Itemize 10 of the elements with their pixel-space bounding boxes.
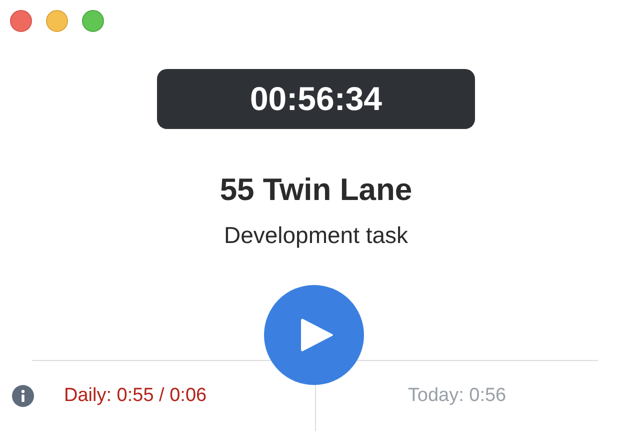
info-icon[interactable] [12,385,34,407]
timer-display: 00:56:34 [157,69,475,129]
task-subtitle: Development task [224,222,408,249]
minimize-button[interactable] [46,10,68,32]
play-icon [299,316,335,354]
close-button[interactable] [10,10,32,32]
daily-time: Daily: 0:55 / 0:06 [64,385,207,407]
zoom-button[interactable] [82,10,104,32]
today-time: Today: 0:56 [408,385,506,407]
task-title: 55 Twin Lane [220,172,412,208]
